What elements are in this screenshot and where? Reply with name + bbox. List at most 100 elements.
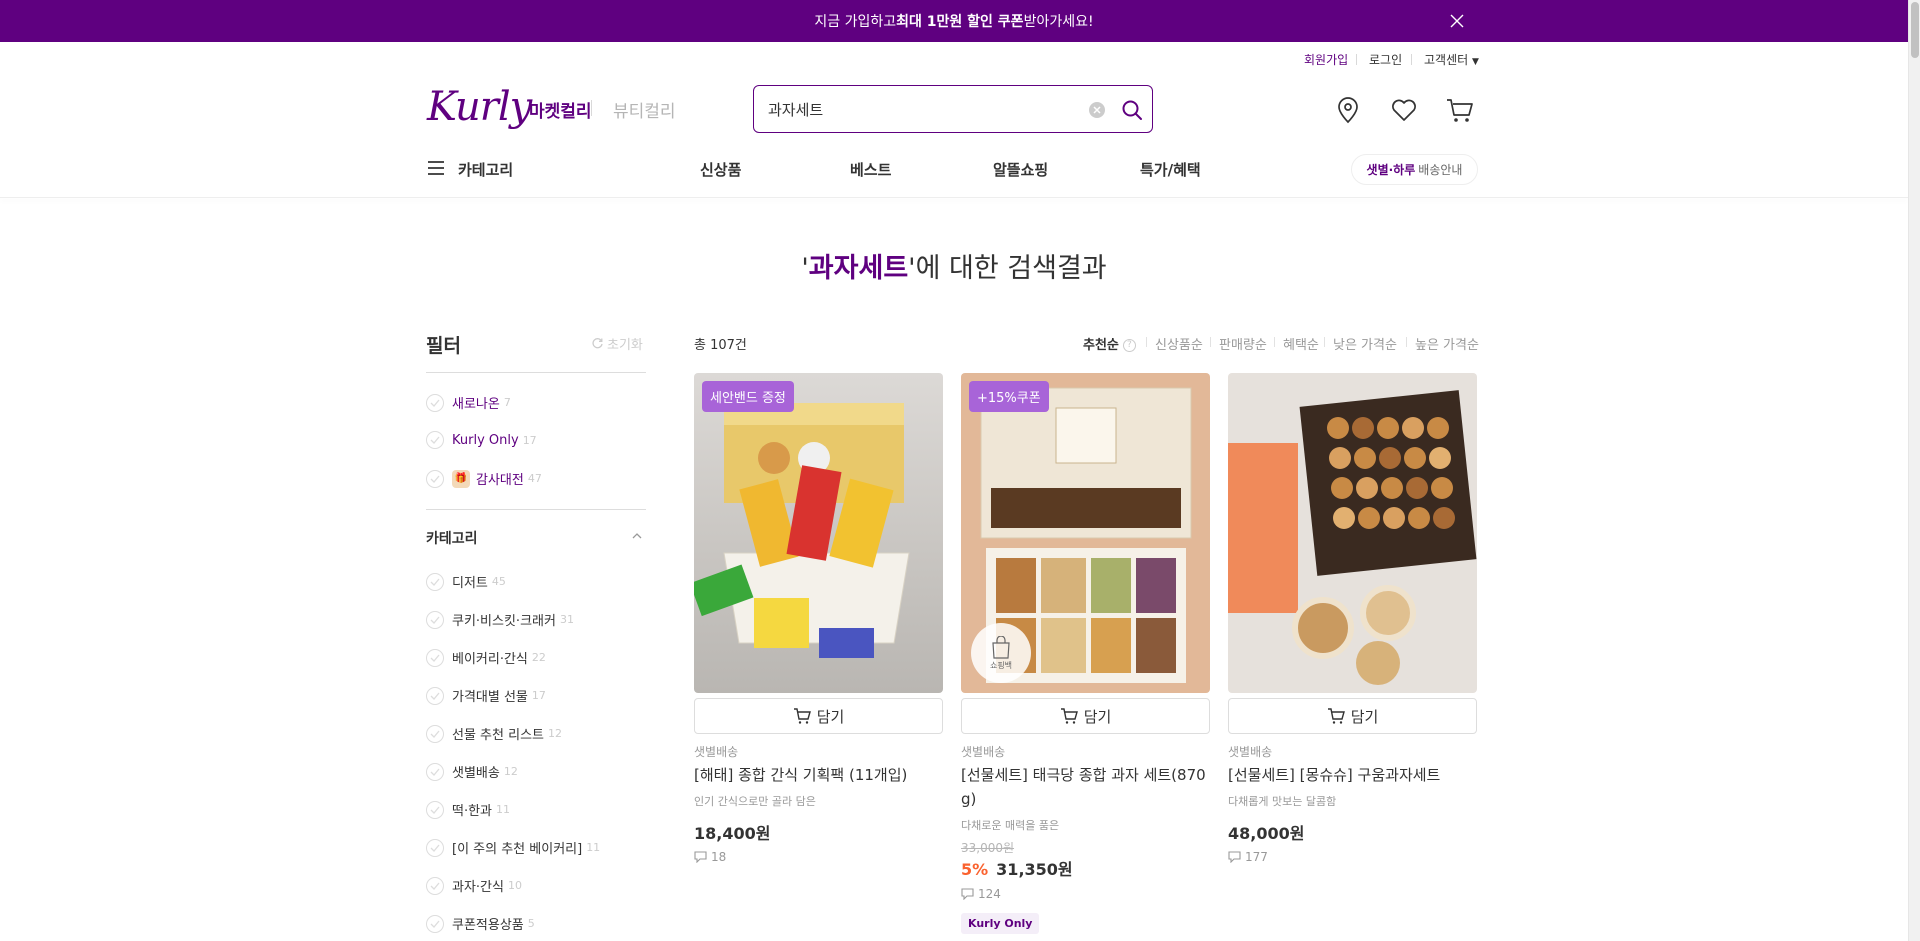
product-card[interactable]: 담기 샛별배송 [선물세트] [몽슈슈] 구움과자세트 다채롭게 맛보는 달콤함… [1228, 373, 1477, 864]
product-description: 인기 간식으로만 골라 담은 [694, 795, 816, 808]
category-filter-item[interactable]: 가격대별 선물 17 [426, 686, 546, 705]
close-icon[interactable] [1446, 10, 1468, 32]
product-name[interactable]: [선물세트] [몽슈슈] 구움과자세트 [1228, 763, 1477, 787]
menu-icon[interactable] [426, 158, 446, 178]
check-icon [426, 762, 444, 781]
review-count-value: 177 [1245, 850, 1268, 864]
product-card[interactable]: +15%쿠폰 쇼핑백 담기 샛별배송 [선물세트] 태극당 종합 과자 세트(8… [961, 373, 1210, 934]
login-link[interactable]: 로그인 [1369, 51, 1402, 68]
review-count: 18 [694, 850, 726, 864]
sort-divider [1274, 337, 1275, 347]
gnb-new[interactable]: 신상품 [700, 159, 741, 180]
page-scrollbar[interactable] [1908, 0, 1920, 941]
check-icon [426, 572, 444, 591]
search-icon[interactable] [1120, 98, 1144, 122]
search-input[interactable] [768, 98, 1068, 120]
result-query: 과자세트 [808, 253, 909, 284]
sort-newest[interactable]: 신상품순 [1155, 334, 1203, 353]
filter-quick-new[interactable]: 새로나온 7 [426, 393, 511, 412]
product-card[interactable]: 세안밴드 증정 담기 샛별배송 [해태] 종합 간식 기획팩 (11개입) 인기… [694, 373, 943, 864]
category-filter-item[interactable]: 베이커리·간식 22 [426, 648, 546, 667]
product-price: 48,000원 [1228, 824, 1305, 843]
review-count-value: 18 [711, 850, 727, 864]
category-filter-item[interactable]: 디저트 45 [426, 572, 506, 591]
tab-beauty-kurly[interactable]: 뷰티컬리 [613, 97, 676, 122]
filter-count: 31 [559, 613, 574, 626]
location-pin-icon[interactable] [1332, 94, 1364, 126]
customer-center-link[interactable]: 고객센터 ▼ [1424, 51, 1479, 68]
delivery-info-bold: 샛별·하루 [1366, 163, 1416, 177]
sort-sales[interactable]: 판매량순 [1219, 334, 1267, 353]
sort-label: 추천순 [1083, 338, 1119, 353]
category-filter-item[interactable]: [이 주의 추천 베이커리] 11 [426, 838, 600, 857]
cart-icon [793, 708, 811, 724]
filter-label: 쿠키·비스킷·크래커 [452, 614, 556, 629]
filter-reset-button[interactable]: 초기화 [591, 334, 643, 353]
sort-divider [1324, 337, 1325, 347]
gnb-saving[interactable]: 알뜰쇼핑 [993, 159, 1048, 180]
add-to-cart-button[interactable]: 담기 [1228, 698, 1477, 734]
category-filter-item[interactable]: 쿠폰적용상품 5 [426, 914, 535, 933]
gnb-special[interactable]: 특가/혜택 [1140, 159, 1201, 180]
sort-benefit[interactable]: 혜택순 [1283, 334, 1319, 353]
check-icon [426, 686, 444, 705]
heart-icon[interactable] [1388, 94, 1420, 126]
product-name[interactable]: [해태] 종합 간식 기획팩 (11개입) [694, 763, 943, 787]
product-image[interactable] [1228, 373, 1477, 693]
promo-banner[interactable]: 지금 가입하고 최대 1만원 할인 쿠폰 받아가세요! [0, 0, 1908, 42]
category-filter-item[interactable]: 샛별배송 12 [426, 762, 518, 781]
sort-low-price[interactable]: 낮은 가격순 [1333, 334, 1397, 353]
comment-icon [961, 888, 974, 900]
help-icon[interactable]: ? [1122, 339, 1136, 352]
filter-quick-thanks-sale[interactable]: 🎁 감사대전 47 [426, 469, 542, 488]
check-icon [426, 914, 444, 933]
product-photo-baked-sweets [1228, 390, 1477, 685]
filter-divider [426, 372, 646, 373]
shopping-bag-icon [992, 635, 1010, 659]
cart-icon[interactable] [1444, 94, 1476, 126]
category-filter-item[interactable]: 과자·간식 10 [426, 876, 522, 895]
filter-count: 11 [496, 803, 511, 816]
clear-search-icon[interactable] [1088, 101, 1106, 119]
product-name[interactable]: [선물세트] 태극당 종합 과자 세트(870g) [961, 763, 1210, 811]
filter-label: 새로나온 [452, 397, 500, 412]
add-to-cart-button[interactable]: 담기 [694, 698, 943, 734]
tab-market-kurly[interactable]: 마켓컬리 [529, 97, 592, 122]
discount-rate: 5% [961, 860, 989, 879]
sort-high-price[interactable]: 높은 가격순 [1415, 334, 1479, 353]
sort-divider [1210, 337, 1211, 347]
sort-divider [1146, 337, 1147, 347]
filter-label: 베이커리·간식 [452, 652, 528, 667]
coupon-badge: +15%쿠폰 [969, 381, 1049, 412]
refresh-icon [592, 338, 603, 349]
filter-label: 선물 추천 리스트 [452, 728, 544, 743]
product-image[interactable]: +15%쿠폰 쇼핑백 [961, 373, 1210, 693]
gnb-category[interactable]: 카테고리 [458, 159, 513, 180]
check-icon [426, 800, 444, 819]
filter-label: 떡·한과 [452, 804, 493, 819]
kurly-logo[interactable]: Kurly [427, 84, 532, 130]
header-divider [0, 197, 1908, 198]
search-result-title: '과자세트'에 대한 검색결과 [0, 246, 1908, 285]
category-filter-item[interactable]: 떡·한과 11 [426, 800, 510, 819]
filter-count: 47 [527, 472, 542, 485]
product-image[interactable]: 세안밴드 증정 [694, 373, 943, 693]
scrollbar-thumb[interactable] [1911, 2, 1919, 58]
filter-divider [426, 509, 646, 510]
shopping-bag-label: 쇼핑백 [989, 660, 1013, 670]
delivery-info-button[interactable]: 샛별·하루 배송안내 [1351, 154, 1478, 185]
review-count: 124 [961, 887, 1001, 901]
category-filter-item[interactable]: 쿠키·비스킷·크래커 31 [426, 610, 574, 629]
gnb-best[interactable]: 베스트 [850, 159, 891, 180]
sort-recommended[interactable]: 추천순? [1083, 334, 1136, 353]
chevron-up-icon[interactable] [631, 530, 643, 542]
util-divider [1411, 54, 1412, 65]
filter-quick-kurly-only[interactable]: Kurly Only 17 [426, 431, 537, 449]
filter-label: 과자·간식 [452, 880, 504, 895]
signup-link[interactable]: 회원가입 [1304, 51, 1348, 68]
category-filter-item[interactable]: 선물 추천 리스트 12 [426, 724, 562, 743]
product-price: 18,400원 [694, 824, 771, 843]
add-to-cart-button[interactable]: 담기 [961, 698, 1210, 734]
category-filter-title[interactable]: 카테고리 [426, 528, 478, 548]
product-description: 다채롭게 맛보는 달콤함 [1228, 795, 1337, 808]
